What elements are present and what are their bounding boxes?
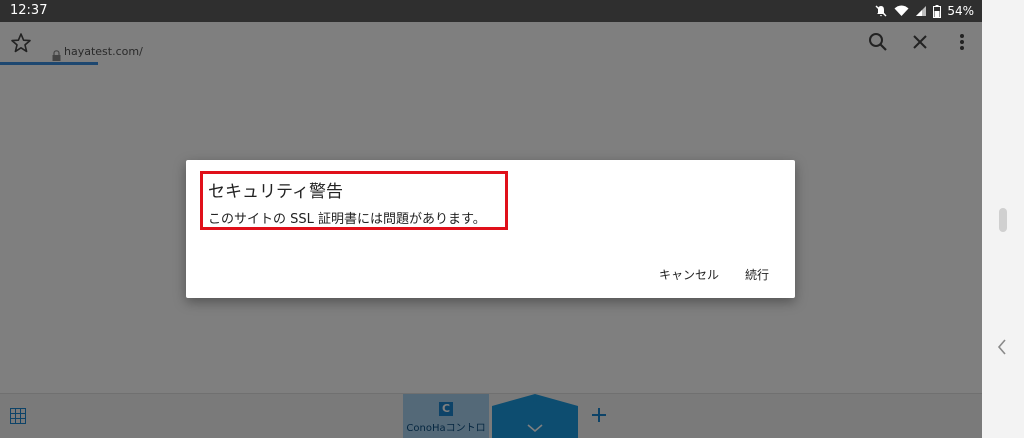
continue-button[interactable]: 続行	[745, 266, 769, 283]
dialog-buttons: キャンセル 続行	[659, 266, 769, 283]
browser-screen: 12:37 54% hayatest.com/	[0, 0, 982, 438]
security-warning-dialog: セキュリティ警告 このサイトの SSL 証明書には問題があります。 キャンセル …	[186, 160, 795, 298]
battery-icon	[933, 4, 942, 18]
side-panel	[982, 0, 1024, 438]
scroll-handle[interactable]	[999, 208, 1007, 232]
signal-icon	[915, 5, 927, 17]
dialog-title: セキュリティ警告	[208, 182, 343, 202]
status-bar: 12:37 54%	[0, 0, 982, 22]
dialog-message: このサイトの SSL 証明書には問題があります。	[208, 212, 486, 227]
mute-icon	[874, 4, 888, 18]
cancel-button[interactable]: キャンセル	[659, 266, 719, 283]
status-icons: 54%	[874, 2, 974, 20]
battery-percent: 54%	[947, 4, 974, 18]
wifi-icon	[894, 5, 909, 17]
chevron-left-icon[interactable]	[996, 338, 1008, 360]
status-time: 12:37	[10, 3, 48, 18]
